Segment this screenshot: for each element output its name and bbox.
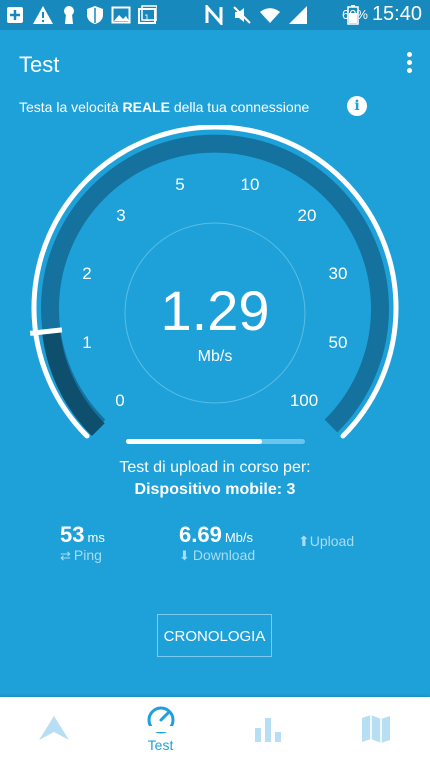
speed-gauge: 0 1 2 3 5 10 20 30 50 100 1.29 Mb/s bbox=[29, 125, 399, 439]
subtitle-bold: REALE bbox=[122, 99, 170, 115]
scale-label: 2 bbox=[82, 264, 91, 283]
download-label-row: ⬇ Download bbox=[179, 547, 255, 564]
swap-icon: ⇄ bbox=[60, 548, 71, 563]
more-vert-icon[interactable] bbox=[404, 52, 414, 76]
ping-label-row: ⇄ Ping bbox=[60, 547, 102, 564]
ping-unit: ms bbox=[87, 530, 105, 545]
map-icon bbox=[362, 715, 390, 743]
upload-stat: ⬆Upload bbox=[298, 533, 354, 550]
calendar-1-icon: 1 bbox=[138, 5, 157, 24]
history-button[interactable]: CRONOLOGIA bbox=[157, 614, 272, 657]
bar-chart-icon bbox=[255, 718, 281, 742]
scale-label: 0 bbox=[115, 391, 124, 410]
download-value: 6.69 bbox=[179, 522, 222, 547]
test-progress-bar bbox=[126, 439, 305, 444]
subtitle-prefix: Testa la velocità bbox=[19, 99, 123, 115]
upload-status-line: Test di upload in corso per: bbox=[119, 459, 311, 476]
ping-stat: 53 ms ⇄ Ping bbox=[60, 522, 105, 563]
info-icon[interactable]: i bbox=[347, 96, 367, 116]
subtitle-suffix: della tua connessione bbox=[169, 99, 310, 115]
upload-label: Upload bbox=[309, 533, 355, 549]
app-bar: Test bbox=[0, 30, 430, 90]
arrow-up-icon: ⬆ bbox=[298, 533, 310, 549]
keyhole-icon bbox=[64, 6, 74, 24]
navigation-arrow-icon bbox=[39, 716, 69, 740]
shield-icon bbox=[87, 6, 103, 24]
download-unit: Mb/s bbox=[224, 530, 253, 545]
bottom-navigation: Test bbox=[0, 697, 430, 764]
mute-icon bbox=[233, 6, 251, 24]
scale-label: 5 bbox=[175, 175, 184, 194]
nav-item-stats[interactable] bbox=[214, 697, 321, 764]
clock: 15:40 bbox=[371, 3, 422, 25]
signal-icon bbox=[289, 6, 307, 24]
download-label: Download bbox=[192, 547, 256, 563]
test-progress-fill bbox=[126, 439, 263, 444]
ping-label: Ping bbox=[73, 547, 102, 563]
scale-label: 10 bbox=[241, 175, 260, 194]
battery-icon bbox=[347, 5, 359, 25]
speed-unit: Mb/s bbox=[198, 348, 233, 365]
arrow-down-icon: ⬇ bbox=[179, 548, 190, 563]
warning-icon bbox=[33, 6, 53, 24]
scale-label: 30 bbox=[329, 264, 348, 283]
scale-label: 20 bbox=[298, 206, 317, 225]
nav-item-test[interactable]: Test bbox=[107, 697, 214, 764]
wifi-icon bbox=[260, 8, 280, 23]
image-icon bbox=[111, 6, 131, 24]
ping-value: 53 bbox=[60, 522, 85, 547]
scale-label: 1 bbox=[82, 333, 91, 352]
gauge-needle bbox=[29, 327, 63, 336]
nfc-icon bbox=[205, 5, 223, 25]
add-box-icon bbox=[7, 7, 23, 23]
nav-item-navigation[interactable] bbox=[0, 697, 107, 764]
scale-label: 3 bbox=[116, 206, 125, 225]
nav-label-test: Test bbox=[147, 737, 174, 753]
download-stat: 6.69 Mb/s ⬇ Download bbox=[179, 522, 255, 563]
speedometer-icon bbox=[147, 706, 175, 734]
upload-device-line: Dispositivo mobile: 3 bbox=[134, 481, 296, 498]
status-bar: 1 60% 15:40 bbox=[0, 0, 430, 30]
speed-value: 1.29 bbox=[161, 279, 270, 342]
subtitle: Testa la velocità REALE della tua connes… bbox=[19, 99, 309, 115]
scale-label: 50 bbox=[329, 333, 348, 352]
nav-item-map[interactable] bbox=[321, 697, 428, 764]
scale-label: 100 bbox=[290, 391, 318, 410]
svg-text:1: 1 bbox=[144, 14, 150, 24]
page-title: Test bbox=[19, 52, 60, 77]
